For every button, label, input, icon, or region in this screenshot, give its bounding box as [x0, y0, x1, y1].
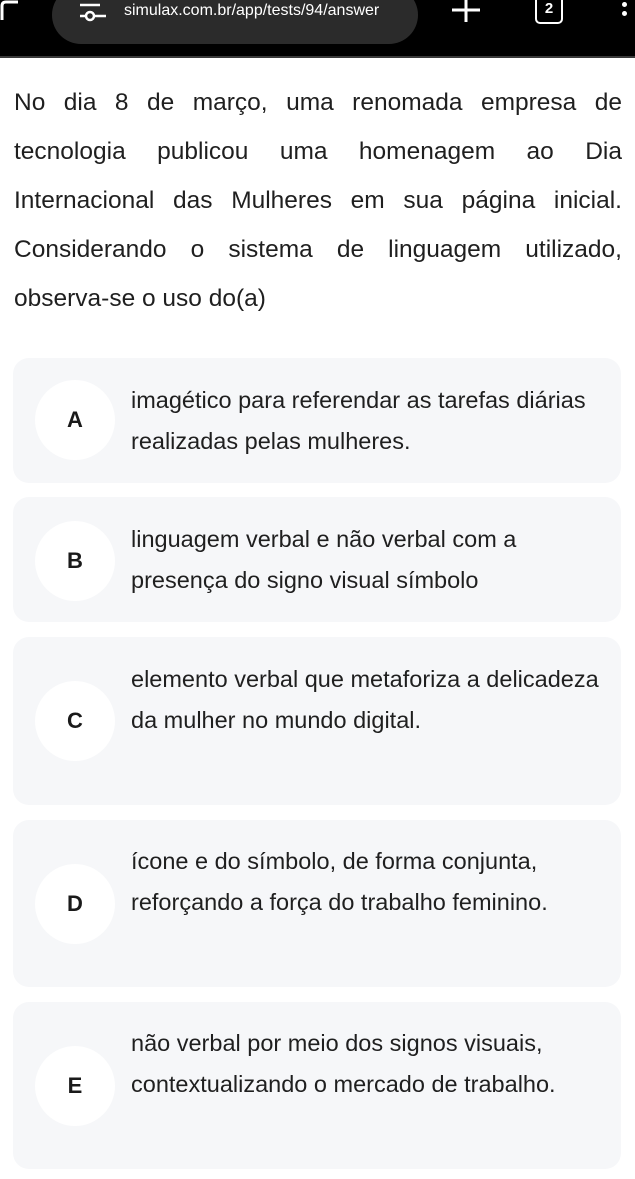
question-text: No dia 8 de março, uma renomada empresa … — [14, 89, 622, 312]
option-letter: A — [35, 380, 115, 460]
option-b[interactable]: B linguagem verbal e não verbal com a pr… — [13, 497, 621, 622]
option-letter: B — [35, 521, 115, 601]
option-c[interactable]: C elemento verbal que metaforiza a delic… — [13, 637, 621, 805]
address-bar[interactable]: simulax.com.br/app/tests/94/answer — [52, 0, 418, 44]
option-d[interactable]: D ícone e do símbolo, de forma conjunta,… — [13, 820, 621, 987]
option-text: elemento verbal que metaforiza a delicad… — [131, 666, 599, 733]
tune-icon[interactable] — [80, 2, 106, 22]
option-letter: E — [35, 1046, 115, 1126]
option-letter: C — [35, 681, 115, 761]
option-a[interactable]: A imagético para referendar as tarefas d… — [13, 358, 621, 483]
option-letter: D — [35, 864, 115, 944]
option-text: imagético para referendar as tarefas diá… — [131, 387, 586, 454]
option-text: não verbal por meio dos signos visuais, … — [131, 1030, 556, 1097]
back-arrow-icon[interactable] — [0, 0, 20, 22]
tab-switcher-icon[interactable]: 2 — [535, 0, 563, 24]
browser-toolbar: simulax.com.br/app/tests/94/answer 2 — [0, 0, 635, 58]
more-vert-icon[interactable] — [622, 2, 628, 24]
option-e[interactable]: E não verbal por meio dos signos visuais… — [13, 1002, 621, 1169]
plus-icon[interactable] — [448, 0, 484, 22]
option-text: linguagem verbal e não verbal com a pres… — [131, 526, 517, 593]
url-text[interactable]: simulax.com.br/app/tests/94/answer — [124, 2, 379, 20]
option-text: ícone e do símbolo, de forma conjunta, r… — [131, 848, 548, 915]
